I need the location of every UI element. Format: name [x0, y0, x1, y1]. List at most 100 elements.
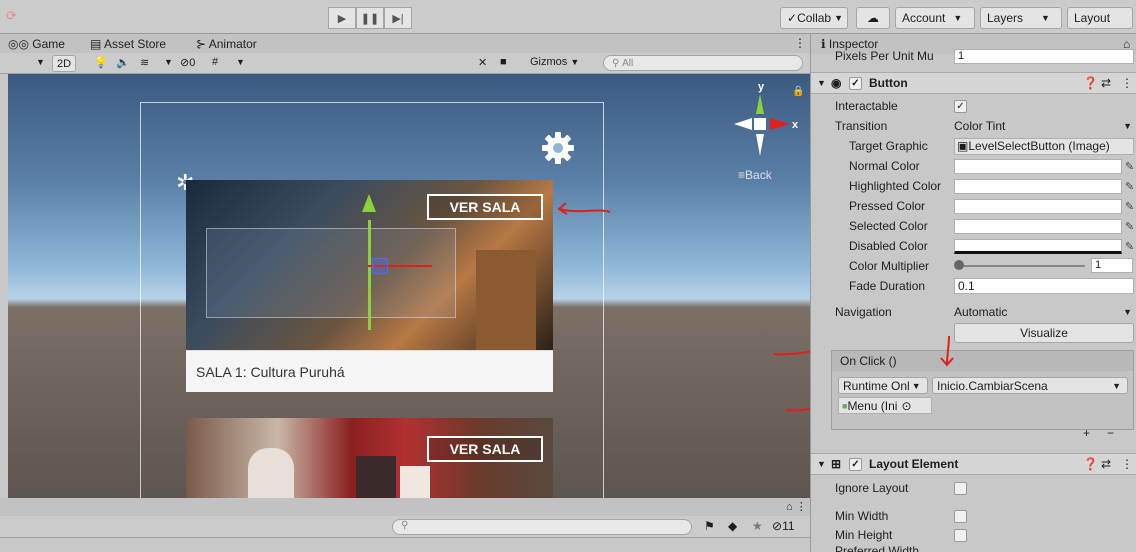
gizmo-x-label: x [792, 119, 799, 131]
lock-icon[interactable]: 🔒 [792, 86, 804, 97]
eyedropper-icon[interactable]: ✎ [1125, 240, 1134, 253]
scene-viewport[interactable]: y x ≡Back 🔒 ✲ VER SALA SALA 1: Cultura P… [8, 74, 810, 498]
chevron-down-icon[interactable]: ▼ [236, 57, 245, 67]
visualize-button[interactable]: Visualize [954, 323, 1134, 343]
interactable-checkbox[interactable]: ✓ [954, 99, 967, 113]
color-multiplier-row: Color Multiplier 1 [811, 256, 1136, 276]
ver-sala-button-1[interactable]: VER SALA [427, 194, 543, 220]
grid-icon[interactable]: # [212, 56, 218, 68]
button-component-icon: ◉ [831, 76, 842, 90]
layout-element-icon: ⊞ [831, 457, 842, 471]
console-body [0, 538, 810, 552]
collab-button[interactable]: ✓ Collab ▼ [780, 7, 848, 29]
remove-event-button[interactable]: − [1107, 426, 1114, 440]
object-ref-field[interactable]: ■ Menu (Ini ⊙ [838, 397, 932, 414]
kebab-menu-icon[interactable]: ⋮ [1121, 457, 1133, 471]
lighting-icon[interactable]: 💡 [94, 56, 108, 69]
check-circle-icon: ✓ [787, 11, 798, 25]
game-icon: ◎◎ [8, 37, 29, 51]
star-icon[interactable]: ★ [752, 519, 763, 533]
kebab-menu-icon[interactable]: ⋮ [794, 36, 806, 50]
navigation-row: Navigation Automatic ▼ [835, 304, 1134, 321]
settings-icon[interactable]: ⇄ [1101, 457, 1111, 471]
eyedropper-icon[interactable]: ✎ [1125, 220, 1134, 233]
camera-icon[interactable]: ■ [500, 56, 507, 68]
ver-sala-button-2[interactable]: VER SALA [427, 436, 543, 462]
pause-button[interactable]: ❚❚ [356, 7, 384, 29]
chevron-down-icon[interactable]: ▼ [164, 57, 173, 67]
image-icon: ▣ [957, 139, 969, 153]
runtime-dropdown[interactable]: Runtime Onl ▼ [838, 377, 928, 394]
tab-asset-store[interactable]: ▤ Asset Store [90, 37, 166, 51]
button-component-header[interactable]: ▼ ◉ ✓ Button ❓ ⇄ ⋮ [811, 72, 1136, 94]
tools-icon[interactable]: ✕ [478, 56, 487, 69]
animator-icon: ⊱ [196, 37, 207, 51]
layers-dropdown[interactable]: Layers ▼ [980, 7, 1062, 29]
selected-color-swatch[interactable] [954, 218, 1122, 234]
chevron-down-icon: ▼ [1123, 121, 1132, 131]
slider-handle[interactable] [954, 260, 964, 270]
lock-icon[interactable]: ⌂ ⋮ [786, 500, 807, 513]
unity-logo-icon[interactable]: ⟳ [6, 8, 26, 26]
highlighted-color-swatch[interactable] [954, 178, 1122, 194]
chevron-down-icon: ▼ [817, 78, 826, 88]
console-search-input[interactable]: ⚲ [392, 519, 692, 535]
account-dropdown[interactable]: Account ▼ [895, 7, 975, 29]
button-enabled-checkbox[interactable]: ✓ [849, 76, 862, 90]
color-multiplier-field[interactable]: 1 [1091, 258, 1133, 273]
search-icon: ⚲ [401, 520, 409, 531]
gizmos-dropdown[interactable]: Gizmos ▼ [530, 56, 579, 68]
help-icon[interactable]: ❓ [1083, 457, 1098, 471]
cloud-icon: ☁ [867, 11, 879, 25]
min-width-checkbox[interactable] [954, 509, 967, 523]
color-multiplier-slider[interactable] [959, 265, 1085, 267]
game-view-tabs: ◎◎ Game ▤ Asset Store ⊱ Animator ⋮ [0, 34, 810, 53]
chevron-down-icon: ▼ [1041, 13, 1050, 23]
min-height-checkbox[interactable] [954, 528, 967, 542]
effects-icon[interactable]: ≋ [140, 56, 149, 69]
back-label[interactable]: ≡Back [738, 168, 772, 182]
toggle-2d-button[interactable]: 2D [52, 55, 77, 72]
hidden-count[interactable]: ⊘11 [772, 519, 795, 533]
eyedropper-icon[interactable]: ✎ [1125, 200, 1134, 213]
scene-orientation-gizmo[interactable]: y x [730, 80, 800, 162]
layout-element-header[interactable]: ▼ ⊞ ✓ Layout Element ❓ ⇄ ⋮ [811, 453, 1136, 475]
filter-icon[interactable]: ⚑ [704, 519, 715, 533]
cloud-button[interactable]: ☁ [856, 7, 890, 29]
add-event-button[interactable]: + [1083, 426, 1090, 440]
transition-dropdown[interactable]: Color Tint ▼ [954, 118, 1134, 135]
tab-animator[interactable]: ⊱ Animator [196, 37, 257, 51]
step-button[interactable]: ▶| [384, 7, 412, 29]
ignore-layout-checkbox[interactable] [954, 481, 967, 495]
layout-dropdown[interactable]: Layout [1067, 7, 1133, 29]
settings-icon[interactable]: ⇄ [1101, 76, 1111, 90]
ignore-layout-row: Ignore Layout [811, 478, 1136, 498]
gear-icon[interactable] [540, 130, 576, 166]
pixels-per-unit-field[interactable]: 1 [954, 49, 1134, 64]
sala-card-2[interactable]: VER SALA [186, 418, 553, 498]
disabled-color-swatch[interactable] [954, 238, 1122, 254]
layout-element-checkbox[interactable]: ✓ [849, 457, 862, 471]
play-button[interactable]: ▶ [328, 7, 356, 29]
navigation-dropdown[interactable]: Automatic ▼ [954, 304, 1134, 321]
eye-off-icon: ⊘ [772, 519, 783, 533]
chevron-down-icon[interactable]: ▼ [36, 57, 45, 67]
kebab-menu-icon[interactable]: ⋮ [1121, 76, 1133, 90]
pressed-color-swatch[interactable] [954, 198, 1122, 214]
target-graphic-field[interactable]: ▣ LevelSelectButton (Image) [954, 137, 1134, 155]
function-dropdown[interactable]: Inicio.CambiarScena ▼ [932, 377, 1128, 394]
search-input[interactable]: ⚲ All [603, 55, 803, 71]
audio-icon[interactable]: 🔈 [116, 56, 130, 69]
bag-icon: ▤ [90, 37, 102, 51]
label-icon[interactable]: ◆ [728, 519, 737, 533]
target-graphic-row: Target Graphic ▣ LevelSelectButton (Image… [811, 136, 1136, 156]
sala-card-1[interactable]: VER SALA SALA 1: Cultura Puruhá [186, 180, 553, 392]
eyedropper-icon[interactable]: ✎ [1125, 180, 1134, 193]
hidden-objects-icon[interactable]: ⊘0 [180, 56, 195, 69]
help-icon[interactable]: ❓ [1083, 76, 1098, 90]
fade-duration-field[interactable]: 0.1 [954, 278, 1134, 294]
tab-game[interactable]: ◎◎ Game [8, 37, 65, 51]
preferred-width-row: Preferred Width [835, 544, 920, 552]
eyedropper-icon[interactable]: ✎ [1125, 160, 1134, 173]
normal-color-swatch[interactable] [954, 158, 1122, 174]
